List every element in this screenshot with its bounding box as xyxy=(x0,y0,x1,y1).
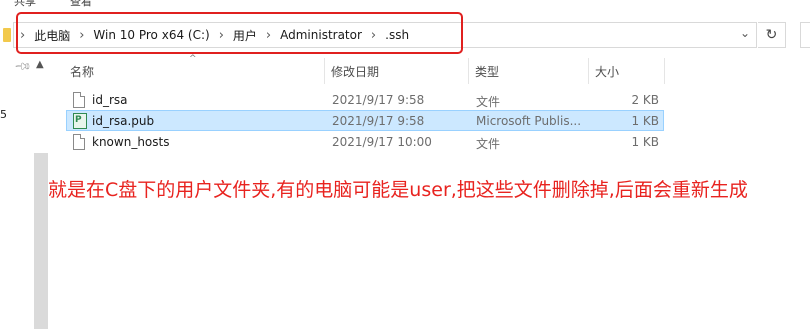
breadcrumb-this-pc[interactable]: 此电脑 xyxy=(34,27,70,44)
file-type: 文件 xyxy=(476,137,501,151)
column-divider[interactable] xyxy=(664,58,665,84)
file-modified: 2021/9/17 9:58 xyxy=(332,93,425,107)
column-header-size[interactable]: 大小 xyxy=(595,63,619,80)
column-header-row: ^ 名称 修改日期 类型 大小 xyxy=(48,54,810,84)
search-input[interactable] xyxy=(800,22,810,48)
sort-ascending-icon: ^ xyxy=(189,54,197,64)
folder-icon xyxy=(3,28,11,42)
breadcrumb: › 此电脑 › Win 10 Pro x64 (C:) › 用户 › Admin… xyxy=(20,23,409,47)
file-name: id_rsa xyxy=(92,93,128,107)
breadcrumb-ssh[interactable]: .ssh xyxy=(385,28,409,42)
breadcrumb-administrator[interactable]: Administrator xyxy=(280,28,362,42)
address-row: › 此电脑 › Win 10 Pro x64 (C:) › 用户 › Admin… xyxy=(0,10,810,56)
navigation-pane: 📌︎ ▲ 5 xyxy=(0,56,48,329)
file-row[interactable]: known_hosts 2021/9/17 10:00 文件 1 KB xyxy=(66,131,664,152)
nav-item-text: 5 xyxy=(0,108,7,121)
chevron-right-icon[interactable]: › xyxy=(371,28,376,43)
chevron-right-icon[interactable]: › xyxy=(79,28,84,43)
breadcrumb-users[interactable]: 用户 xyxy=(233,27,257,44)
breadcrumb-drive-c[interactable]: Win 10 Pro x64 (C:) xyxy=(93,28,209,42)
file-icon xyxy=(73,92,85,108)
file-row[interactable]: id_rsa 2021/9/17 9:58 文件 2 KB xyxy=(66,89,664,110)
file-name: known_hosts xyxy=(92,135,170,149)
scroll-up-arrow-icon[interactable]: ▲ xyxy=(36,59,44,70)
publisher-file-icon: P xyxy=(73,113,87,129)
refresh-icon: ↻ xyxy=(765,27,778,43)
ribbon-tab-share[interactable]: 共享 xyxy=(14,0,36,8)
column-header-modified[interactable]: 修改日期 xyxy=(331,63,379,80)
refresh-button[interactable]: ↻ xyxy=(758,22,786,48)
ribbon-tabs: 共享 查看 xyxy=(0,0,810,8)
nav-scrollbar[interactable] xyxy=(34,153,48,329)
annotation-text: 就是在C盘下的用户文件夹,有的电脑可能是user,把这些文件删除掉,后面会重新生… xyxy=(48,179,748,201)
file-modified: 2021/9/17 10:00 xyxy=(332,135,432,149)
column-divider[interactable] xyxy=(468,58,469,84)
column-header-name[interactable]: 名称 xyxy=(70,63,94,80)
column-divider[interactable] xyxy=(324,58,325,84)
file-size: 2 KB xyxy=(631,93,659,107)
file-modified: 2021/9/17 9:58 xyxy=(332,114,425,128)
column-header-type[interactable]: 类型 xyxy=(475,63,499,80)
pin-icon[interactable]: 📌︎ xyxy=(13,57,32,76)
file-name: id_rsa.pub xyxy=(92,114,155,128)
file-type: Microsoft Publis... xyxy=(476,114,582,128)
file-icon xyxy=(73,134,85,150)
file-type: 文件 xyxy=(476,95,501,109)
chevron-right-icon[interactable]: › xyxy=(20,28,25,43)
ribbon-tab-view[interactable]: 查看 xyxy=(70,0,92,8)
chevron-right-icon[interactable]: › xyxy=(219,28,224,43)
file-size: 1 KB xyxy=(631,135,659,149)
chevron-down-icon[interactable]: ⌄ xyxy=(740,26,750,40)
address-bar[interactable]: › 此电脑 › Win 10 Pro x64 (C:) › 用户 › Admin… xyxy=(13,22,757,48)
file-row-selected[interactable]: P id_rsa.pub 2021/9/17 9:58 Microsoft Pu… xyxy=(66,110,664,131)
column-divider[interactable] xyxy=(588,58,589,84)
file-size: 1 KB xyxy=(631,114,659,128)
chevron-right-icon[interactable]: › xyxy=(266,28,271,43)
